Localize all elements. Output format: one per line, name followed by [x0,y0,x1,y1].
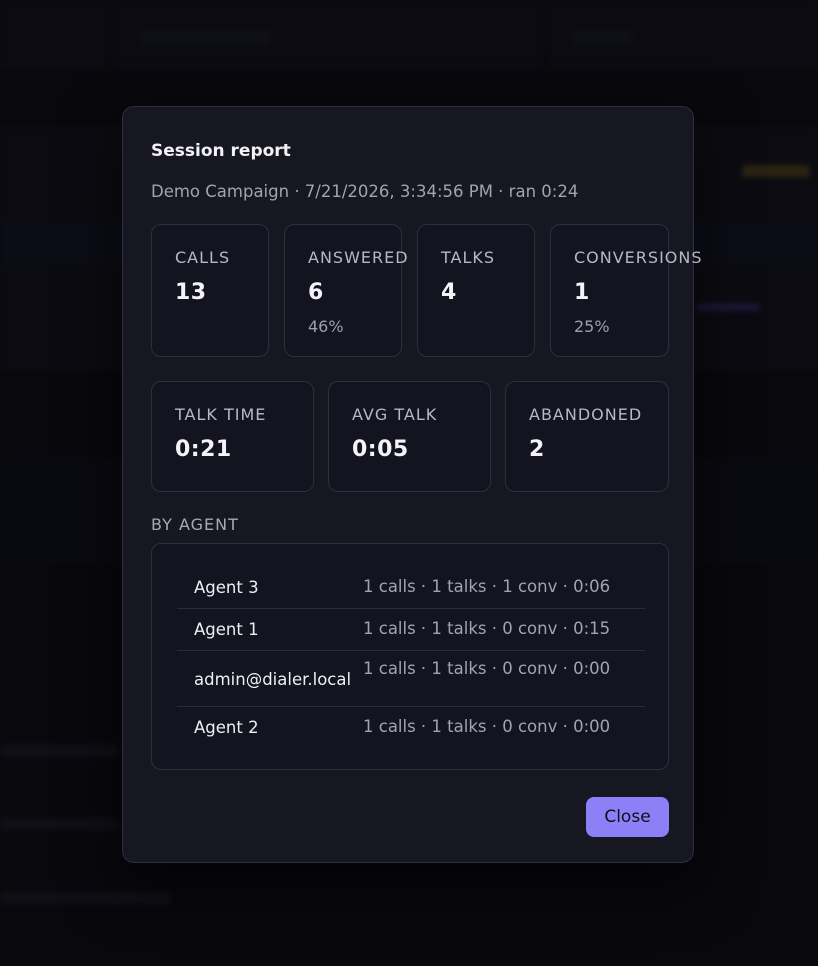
agent-row: Agent 1 1 calls · 1 talks · 0 conv · 0:1… [177,610,645,651]
stat-label: AVG TALK [352,405,438,424]
stat-answered: ANSWERED 6 46% [284,224,408,357]
agent-name: Agent 3 [194,578,259,597]
stat-value: 6 [308,280,324,305]
stat-value: 4 [441,280,457,305]
stat-talks: TALKS 4 [417,224,535,357]
stat-value: 0:05 [352,437,409,462]
stat-talk-time: TALK TIME 0:21 [151,381,314,492]
session-report-dialog: Session report Demo Campaign · 7/21/2026… [122,106,702,863]
agent-name: Agent 1 [194,620,259,639]
stat-abandoned: ABANDONED 2 [505,381,669,492]
stat-label: ANSWERED [308,248,409,267]
dialog-subtitle: Demo Campaign · 7/21/2026, 3:34:56 PM · … [151,182,579,201]
stat-label: TALKS [441,248,496,267]
agent-stats: 1 calls · 1 talks · 1 conv · 0:06 [363,577,611,596]
stat-conversions: CONVERSIONS 1 25% [550,224,702,357]
agent-stats: 1 calls · 1 talks · 0 conv · 0:15 [363,619,611,638]
stat-value: 1 [574,280,590,305]
agent-stats: 1 calls · 1 talks · 0 conv · 0:00 [363,659,611,678]
stat-label: CALLS [175,248,231,267]
stat-avg-talk: AVG TALK 0:05 [328,381,491,492]
stat-calls: CALLS 13 [151,224,269,357]
stat-label: ABANDONED [529,405,643,424]
agent-row: Agent 3 1 calls · 1 talks · 1 conv · 0:0… [177,568,645,609]
stat-label: TALK TIME [175,405,267,424]
agent-row: admin@dialer.local 1 calls · 1 talks · 0… [177,652,645,707]
by-agent-heading: BY AGENT [151,515,239,534]
agent-stats: 1 calls · 1 talks · 0 conv · 0:00 [363,717,611,736]
agent-list: Agent 3 1 calls · 1 talks · 1 conv · 0:0… [151,543,669,770]
stat-value: 13 [175,280,207,305]
agent-name: admin@dialer.local [194,670,352,689]
stat-sub: 46% [308,317,344,336]
stat-value: 2 [529,437,545,462]
stat-value: 0:21 [175,437,232,462]
agent-name: Agent 2 [194,718,259,737]
agent-row: Agent 2 1 calls · 1 talks · 0 conv · 0:0… [177,708,645,748]
dialog-title: Session report [151,141,291,161]
stat-label: CONVERSIONS [574,248,703,267]
close-button[interactable]: Close [586,797,669,837]
stat-sub: 25% [574,317,610,336]
